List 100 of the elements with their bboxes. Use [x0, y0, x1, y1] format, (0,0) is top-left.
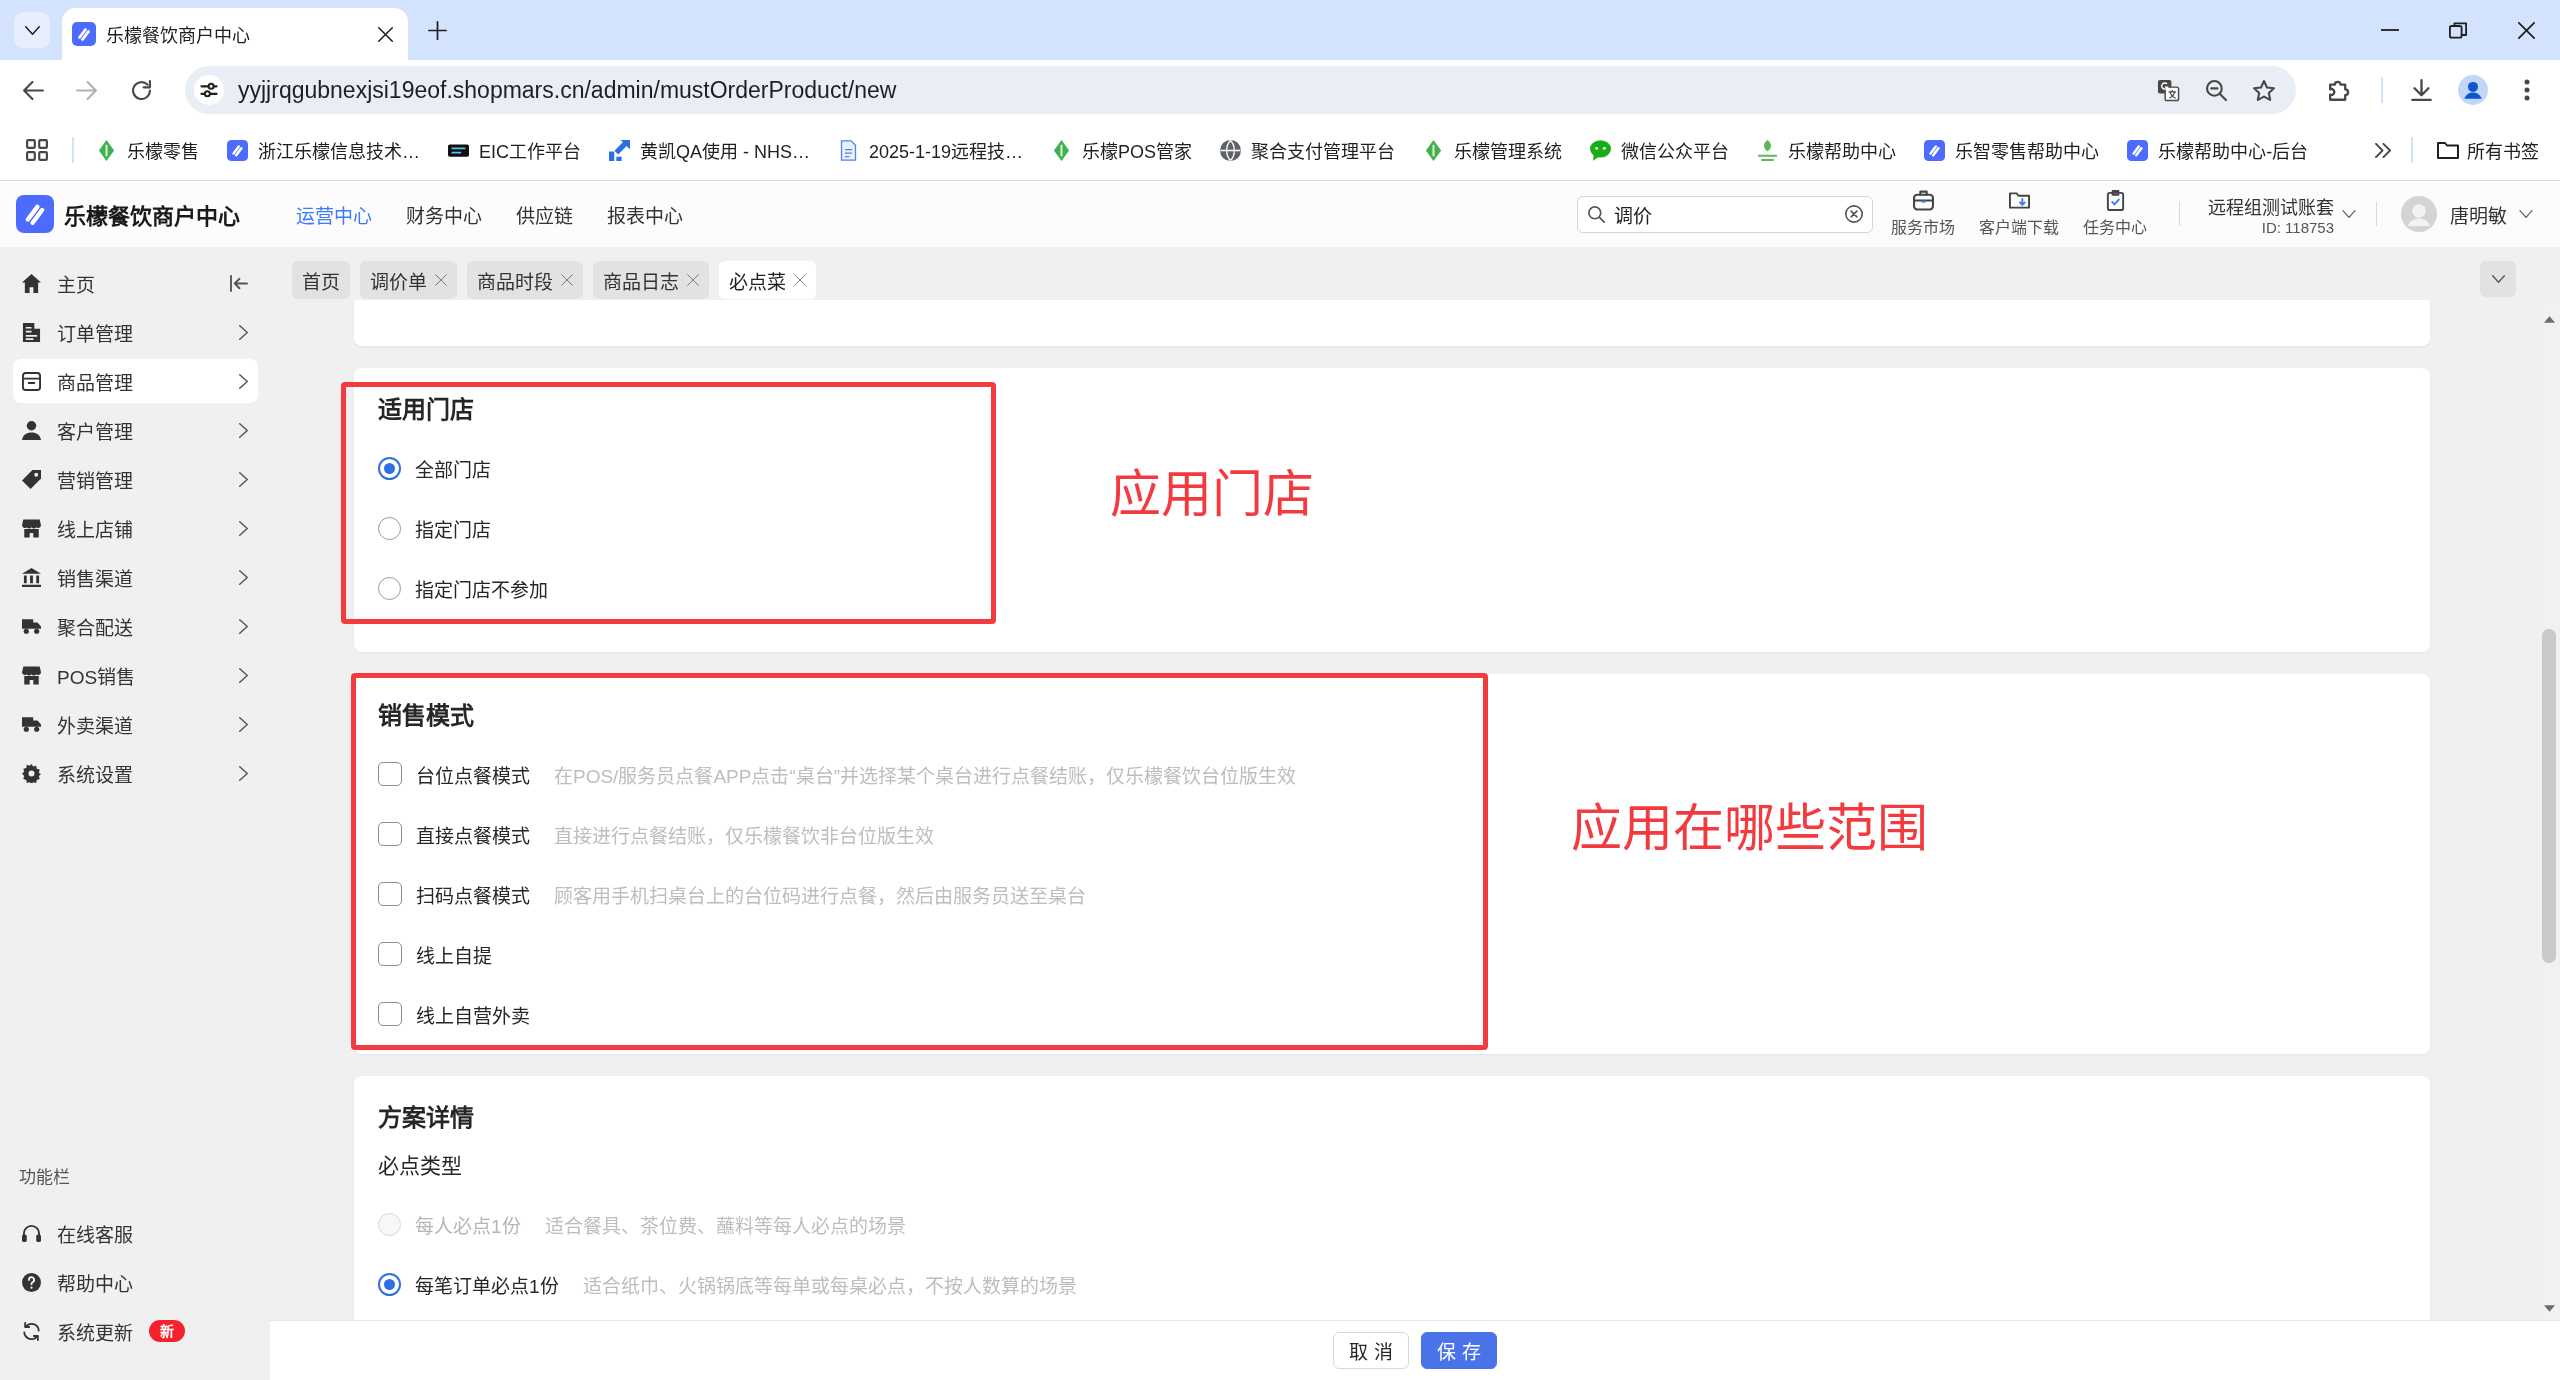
truck-icon: [22, 616, 41, 636]
page-tab[interactable]: 首页: [292, 261, 350, 299]
translate-icon[interactable]: [2157, 78, 2180, 102]
slash-logo-icon: [72, 22, 96, 46]
browser-tab[interactable]: 乐檬餐饮商户中心: [62, 8, 408, 60]
sidebar-item[interactable]: 销售渠道: [13, 555, 258, 599]
all-bookmarks-button[interactable]: 所有书签: [2427, 130, 2539, 170]
restore-icon[interactable]: [2449, 21, 2467, 39]
sidebar-item[interactable]: 主页: [13, 261, 258, 305]
slash-logo-icon: [2127, 139, 2149, 161]
sidebar-item[interactable]: 商品管理: [13, 359, 258, 403]
option-description: 顾客用手机扫桌台上的台位码进行点餐，然后由服务员送至桌台: [554, 884, 1086, 908]
bookmark-item[interactable]: 2025-1-19远程技…: [828, 130, 1034, 170]
chevron-down-icon: [2342, 210, 2356, 218]
collapse-icon[interactable]: [230, 274, 248, 292]
gear-icon: [22, 763, 41, 783]
sidebar-item[interactable]: 聚合配送: [13, 604, 258, 648]
section-title: 适用门店: [378, 395, 475, 425]
plus-icon[interactable]: [428, 20, 447, 40]
user-menu[interactable]: 唐明敏: [2401, 196, 2533, 232]
star-icon[interactable]: [2253, 79, 2275, 101]
shortcut-button[interactable]: 任务中心: [2075, 190, 2155, 238]
page-tab[interactable]: 必点菜: [719, 261, 816, 299]
bookmark-item[interactable]: 乐智零售帮助中心: [1914, 130, 2110, 170]
checkbox[interactable]: [378, 822, 402, 846]
nav-tab[interactable]: 运营中心: [279, 181, 389, 247]
bookmark-item[interactable]: 聚合支付管理平台: [1210, 130, 1406, 170]
close-icon[interactable]: [2517, 21, 2535, 39]
close-icon[interactable]: [378, 26, 393, 42]
radio-button[interactable]: [378, 1272, 401, 1296]
puzzle-icon[interactable]: [2329, 79, 2351, 101]
radio-button[interactable]: [378, 516, 401, 540]
bookmark-item[interactable]: 乐檬帮助中心-后台: [2117, 130, 2319, 170]
zoom-out-icon[interactable]: [2206, 79, 2227, 101]
nav-tab[interactable]: 供应链: [499, 181, 590, 247]
sidebar-item[interactable]: 在线客服: [13, 1211, 258, 1255]
bookmark-item[interactable]: 黄凯QA使用 - NHS…: [599, 130, 821, 170]
checkbox[interactable]: [378, 882, 402, 906]
radio-button[interactable]: [378, 456, 401, 480]
back-arrow-icon[interactable]: [23, 80, 44, 100]
bookmark-item[interactable]: 乐檬零售: [86, 130, 209, 170]
option-label: 线上自提: [416, 944, 492, 968]
option-label: 指定门店不参加: [415, 578, 548, 602]
page-tab[interactable]: 商品日志: [593, 261, 709, 299]
save-button[interactable]: 保存: [1421, 1332, 1497, 1369]
address-bar[interactable]: yyjjrqgubnexjsi19eof.shopmars.cn/admin/mustOrderProduct/new: [185, 66, 2296, 114]
scrollbar-thumb[interactable]: [2542, 629, 2556, 963]
sidebar-item[interactable]: 外卖渠道: [13, 702, 258, 746]
option-label: 台位点餐模式: [416, 764, 530, 788]
chevron-down-icon: [2491, 275, 2505, 283]
bookmark-item[interactable]: 乐檬POS管家: [1041, 130, 1203, 170]
bookmark-item[interactable]: 浙江乐檬信息技术…: [217, 130, 430, 170]
folder-download-icon: [2008, 190, 2030, 211]
bookmark-item[interactable]: 乐檬管理系统: [1413, 130, 1573, 170]
section-title: 销售模式: [378, 701, 475, 731]
apps-grid-icon[interactable]: [26, 139, 48, 161]
slash-logo-icon: [1924, 139, 1946, 161]
profile-icon[interactable]: [2458, 75, 2488, 105]
account-switcher[interactable]: 远程组测试账套 ID: 118753: [2208, 192, 2356, 236]
shortcut-button[interactable]: 客户端下载: [1971, 190, 2067, 238]
sidebar-item[interactable]: 系统更新 新: [13, 1309, 258, 1353]
site-settings-icon[interactable]: [194, 75, 224, 105]
tab-list-button[interactable]: [14, 12, 50, 48]
sprout-icon: [1757, 139, 1779, 161]
download-icon[interactable]: [2411, 79, 2432, 101]
nav-tab[interactable]: 财务中心: [389, 181, 499, 247]
cancel-button[interactable]: 取消: [1333, 1332, 1409, 1369]
search-icon: [1588, 205, 1605, 223]
reload-icon[interactable]: [132, 80, 151, 100]
checkbox[interactable]: [378, 1002, 402, 1026]
shortcut-button[interactable]: 服务市场: [1883, 190, 1963, 238]
sidebar-item[interactable]: 订单管理: [13, 310, 258, 354]
menu-icon[interactable]: [2524, 79, 2530, 101]
sidebar-item[interactable]: 客户管理: [13, 408, 258, 452]
sidebar-item[interactable]: 线上店铺: [13, 506, 258, 550]
page-tab[interactable]: 商品时段: [467, 261, 583, 299]
option-label: 指定门店: [415, 518, 491, 542]
scroll-up-icon[interactable]: [2543, 316, 2555, 323]
chat-bubbles-icon: [1590, 139, 1612, 161]
field-label: 必点类型: [378, 1153, 463, 1179]
nav-tab[interactable]: 报表中心: [590, 181, 700, 247]
checkbox[interactable]: [378, 762, 402, 786]
page-tab[interactable]: 调价单: [360, 261, 457, 299]
app-title: 乐檬餐饮商户中心: [64, 203, 240, 230]
search-field[interactable]: 调价: [1577, 195, 1873, 233]
bookmark-item[interactable]: EIC工作平台: [438, 130, 591, 170]
radio-button[interactable]: [378, 576, 401, 600]
option-label: 扫码点餐模式: [416, 884, 530, 908]
scroll-down-icon[interactable]: [2543, 1305, 2555, 1312]
checkbox[interactable]: [378, 942, 402, 966]
option-label: 直接点餐模式: [416, 824, 530, 848]
sidebar-item[interactable]: POS销售: [13, 653, 258, 697]
sidebar-item[interactable]: 帮助中心: [13, 1260, 258, 1304]
sidebar-item[interactable]: 营销管理: [13, 457, 258, 501]
bookmark-item[interactable]: 乐檬帮助中心: [1747, 130, 1907, 170]
chevron-down-icon: [24, 25, 40, 35]
sidebar-item[interactable]: 系统设置: [13, 751, 258, 795]
bookmark-item[interactable]: 微信公众平台: [1580, 130, 1740, 170]
clear-icon[interactable]: [1845, 205, 1863, 223]
double-chevron-icon[interactable]: [2375, 142, 2391, 158]
